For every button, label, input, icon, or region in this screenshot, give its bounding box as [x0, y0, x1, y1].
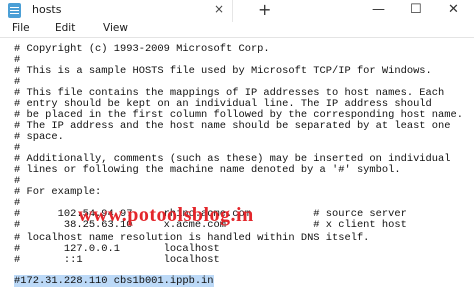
tab-hosts[interactable]: hosts ×	[0, 0, 233, 22]
notepad-icon	[8, 3, 21, 18]
menu-divider	[0, 37, 474, 38]
title-bar: hosts × + — ☐ ✕	[0, 0, 474, 22]
editor-line: # space.	[14, 131, 64, 143]
tab-title: hosts	[32, 3, 62, 16]
editor-line-selected: #172.31.228.110 cbs1b001.ippb.in	[14, 275, 214, 287]
close-button[interactable]: ✕	[448, 2, 459, 17]
minimize-button[interactable]: —	[372, 2, 385, 17]
maximize-button[interactable]: ☐	[410, 2, 422, 17]
menu-edit[interactable]: Edit	[55, 22, 75, 34]
editor-line: # This is a sample HOSTS file used by Mi…	[14, 65, 432, 77]
editor-line: # Copyright (c) 1993-2009 Microsoft Corp…	[14, 43, 270, 55]
tab-close-button[interactable]: ×	[214, 2, 224, 16]
menu-bar: File Edit View	[0, 22, 474, 36]
menu-view[interactable]: View	[103, 22, 128, 34]
editor-line: # ::1 localhost	[14, 254, 220, 266]
editor-line: # For example:	[14, 186, 102, 198]
editor-line: # lines or following the machine name de…	[14, 164, 401, 176]
watermark: www.potoolsblog.in	[78, 204, 254, 226]
editor-line: # The IP address and the host name shoul…	[14, 120, 451, 132]
menu-file[interactable]: File	[12, 22, 30, 34]
new-tab-button[interactable]: +	[258, 0, 271, 19]
text-editor[interactable]: # Copyright (c) 1993-2009 Microsoft Corp…	[0, 40, 474, 302]
